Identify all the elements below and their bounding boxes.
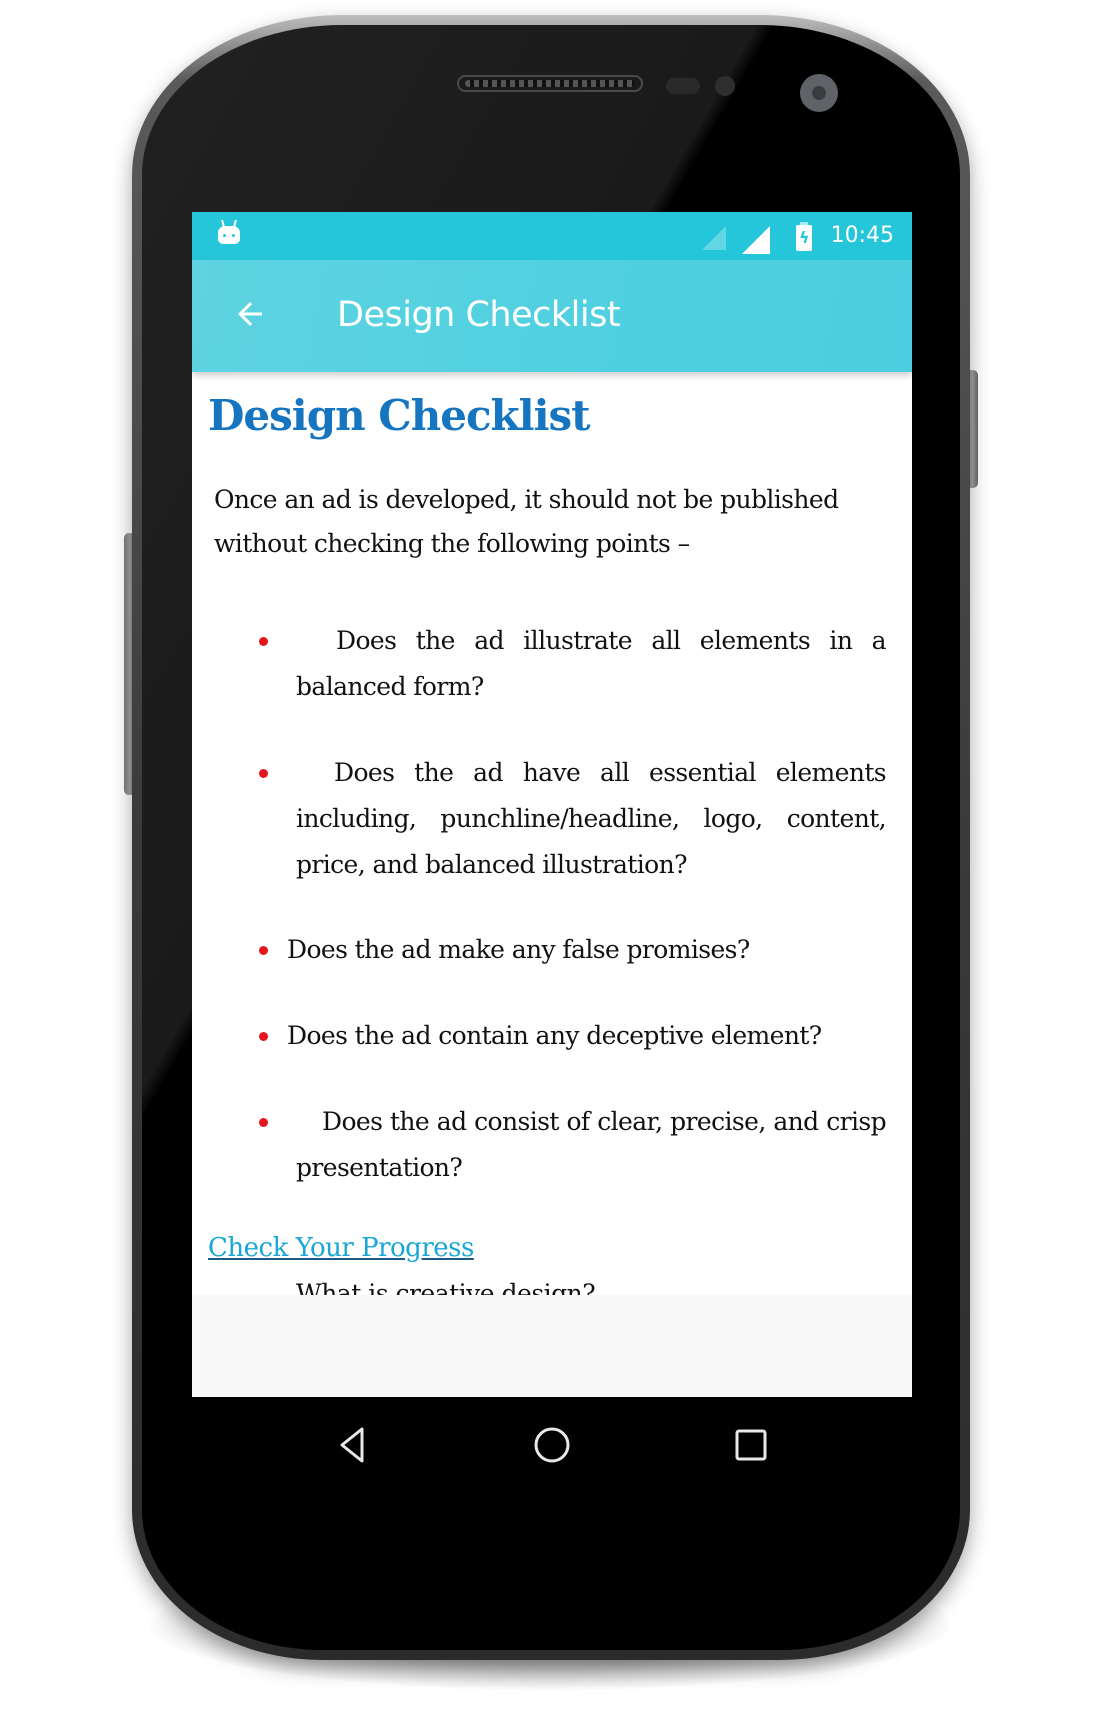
bullet-icon: [259, 1118, 268, 1127]
page-heading: Design Checklist: [208, 391, 591, 440]
battery-charging-icon: ϟ: [796, 222, 812, 251]
app-toolbar: Design Checklist: [192, 260, 912, 372]
recents-square-icon[interactable]: [729, 1423, 773, 1467]
toolbar-title: Design Checklist: [337, 295, 621, 335]
bullet-icon: [259, 946, 268, 955]
signal-full-icon: [742, 226, 770, 254]
earpiece-speaker: [457, 75, 643, 92]
bullet-icon: [259, 637, 268, 646]
bullet-icon: [259, 769, 268, 778]
bullet-icon: [259, 1032, 268, 1041]
device-screen: ϟ 10:45 Design Checklist Design Checklis…: [192, 212, 912, 1493]
status-bar: ϟ 10:45: [192, 212, 912, 260]
light-sensor: [715, 76, 735, 96]
status-time: 10:45: [830, 223, 894, 248]
android-notification-icon: [218, 226, 240, 244]
back-triangle-icon[interactable]: [332, 1423, 376, 1467]
article-content[interactable]: Design Checklist Once an ad is developed…: [192, 372, 912, 1308]
bottom-panel: [192, 1295, 912, 1397]
arrow-left-icon[interactable]: [232, 296, 268, 332]
intro-paragraph: Once an ad is developed, it should not b…: [214, 485, 839, 558]
navigation-bar: [192, 1397, 912, 1493]
home-circle-icon[interactable]: [530, 1423, 574, 1467]
proximity-sensor: [666, 78, 700, 94]
front-camera-icon: [800, 74, 838, 112]
check-your-progress-link[interactable]: Check Your Progress: [208, 1228, 474, 1268]
signal-empty-icon: [702, 226, 726, 250]
